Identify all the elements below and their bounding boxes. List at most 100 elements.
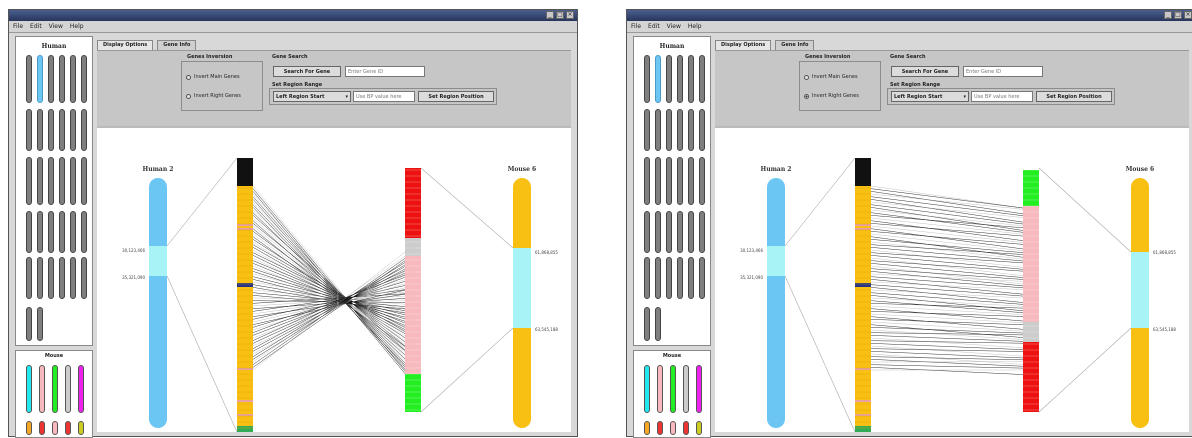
human-chromosome-thumb[interactable]: [37, 157, 43, 205]
human-chromosome-thumb[interactable]: [666, 157, 672, 205]
human-chromosome-thumb[interactable]: [688, 157, 694, 205]
human-chromosome-thumb[interactable]: [37, 257, 43, 299]
close-button[interactable]: ×: [1184, 11, 1192, 19]
menu-help[interactable]: Help: [70, 23, 84, 30]
mouse-chromosome-thumb[interactable]: [78, 365, 84, 413]
menu-view[interactable]: View: [667, 23, 681, 30]
human-chromosome-thumb[interactable]: [655, 55, 661, 103]
menu-view[interactable]: View: [49, 23, 63, 30]
mouse-chromosome-thumb[interactable]: [65, 421, 71, 435]
human-chromosome-thumb[interactable]: [81, 257, 87, 299]
human-chromosome-thumb[interactable]: [677, 157, 683, 205]
human-chromosome-thumb[interactable]: [37, 211, 43, 253]
human-chromosome-thumb[interactable]: [48, 55, 54, 103]
invert-right-genes-option[interactable]: Invert Right Genes: [186, 93, 241, 99]
human-chromosome-thumb[interactable]: [70, 257, 76, 299]
human-chromosome-thumb[interactable]: [655, 211, 661, 253]
human-chromosome-thumb[interactable]: [644, 211, 650, 253]
set-region-position-button[interactable]: Set Region Position: [1036, 91, 1112, 102]
human-chromosome-thumb[interactable]: [70, 55, 76, 103]
maximize-button[interactable]: □: [556, 11, 564, 19]
menu-file[interactable]: File: [631, 23, 641, 30]
minimize-button[interactable]: _: [1164, 11, 1172, 19]
human-chromosome-thumb[interactable]: [644, 55, 650, 103]
human-chromosome-thumb[interactable]: [81, 211, 87, 253]
title-bar[interactable]: _ □ ×: [627, 10, 1192, 21]
mouse-chromosome-thumb[interactable]: [696, 365, 702, 413]
mouse-chromosome-thumb[interactable]: [657, 421, 663, 435]
mouse-chromosome-thumb[interactable]: [644, 365, 650, 413]
mouse-chromosome-thumb[interactable]: [683, 421, 689, 435]
invert-main-genes-option[interactable]: Invert Main Genes: [186, 74, 240, 80]
human-chromosome-thumb[interactable]: [26, 55, 32, 103]
human-chromosome-thumb[interactable]: [666, 211, 672, 253]
human-chromosome-thumb[interactable]: [26, 211, 32, 253]
human-chromosome-thumb[interactable]: [37, 307, 43, 341]
region-select-dropdown[interactable]: Left Region Start ▾: [891, 91, 969, 102]
gene-id-input[interactable]: Enter Gene ID: [345, 66, 425, 77]
human-chromosome-thumb[interactable]: [26, 157, 32, 205]
human-chromosome-thumb[interactable]: [37, 55, 43, 103]
human-chromosome-thumb[interactable]: [644, 109, 650, 151]
gene-id-input[interactable]: Enter Gene ID: [963, 66, 1043, 77]
mouse-chromosome-thumb[interactable]: [683, 365, 689, 413]
set-region-position-button[interactable]: Set Region Position: [418, 91, 494, 102]
human-chromosome-thumb[interactable]: [26, 307, 32, 341]
invert-main-genes-option[interactable]: Invert Main Genes: [804, 74, 858, 80]
search-for-gene-button[interactable]: Search For Gene: [891, 66, 959, 77]
human-chromosome-thumb[interactable]: [655, 157, 661, 205]
human-chromosome-thumb[interactable]: [26, 109, 32, 151]
human-chromosome-thumb[interactable]: [70, 157, 76, 205]
human-chromosome-thumb[interactable]: [655, 307, 661, 341]
human-chromosome-thumb[interactable]: [644, 157, 650, 205]
human-chromosome-thumb[interactable]: [81, 55, 87, 103]
mouse-chromosome-thumb[interactable]: [657, 365, 663, 413]
invert-right-genes-option[interactable]: Invert Right Genes: [804, 93, 859, 99]
human-chromosome-thumb[interactable]: [59, 257, 65, 299]
human-chromosome-thumb[interactable]: [59, 157, 65, 205]
human-chromosome-thumb[interactable]: [48, 211, 54, 253]
human-chromosome-thumb[interactable]: [688, 55, 694, 103]
human-chromosome-thumb[interactable]: [666, 55, 672, 103]
human-chromosome-thumb[interactable]: [655, 257, 661, 299]
mouse-chromosome-thumb[interactable]: [670, 421, 676, 435]
human-chromosome-thumb[interactable]: [59, 211, 65, 253]
human-chromosome-thumb[interactable]: [666, 109, 672, 151]
title-bar[interactable]: _ □ ×: [9, 10, 577, 21]
human-chromosome-thumb[interactable]: [677, 55, 683, 103]
bp-value-input[interactable]: Use BP value here: [971, 91, 1033, 102]
human-chromosome-thumb[interactable]: [37, 109, 43, 151]
menu-edit[interactable]: Edit: [30, 23, 42, 30]
menu-edit[interactable]: Edit: [648, 23, 660, 30]
human-chromosome-thumb[interactable]: [655, 109, 661, 151]
search-for-gene-button[interactable]: Search For Gene: [273, 66, 341, 77]
human-chromosome-thumb[interactable]: [644, 257, 650, 299]
human-chromosome-thumb[interactable]: [677, 257, 683, 299]
mouse-chromosome-thumb[interactable]: [65, 365, 71, 413]
region-select-dropdown[interactable]: Left Region Start ▾: [273, 91, 351, 102]
human-chromosome-thumb[interactable]: [81, 157, 87, 205]
human-chromosome-thumb[interactable]: [26, 257, 32, 299]
human-chromosome-thumb[interactable]: [688, 211, 694, 253]
human-chromosome-thumb[interactable]: [48, 257, 54, 299]
minimize-button[interactable]: _: [546, 11, 554, 19]
mouse-chromosome-thumb[interactable]: [52, 421, 58, 435]
mouse-chromosome-thumb[interactable]: [26, 365, 32, 413]
mouse-chromosome-thumb[interactable]: [39, 421, 45, 435]
bp-value-input[interactable]: Use BP value here: [353, 91, 415, 102]
close-button[interactable]: ×: [566, 11, 574, 19]
human-chromosome-thumb[interactable]: [59, 109, 65, 151]
human-chromosome-thumb[interactable]: [81, 109, 87, 151]
mouse-chromosome-thumb[interactable]: [696, 421, 702, 435]
human-chromosome-thumb[interactable]: [688, 109, 694, 151]
menu-file[interactable]: File: [13, 23, 23, 30]
human-chromosome-thumb[interactable]: [699, 257, 705, 299]
human-chromosome-thumb[interactable]: [677, 211, 683, 253]
mouse-chromosome-thumb[interactable]: [26, 421, 32, 435]
mouse-chromosome-thumb[interactable]: [39, 365, 45, 413]
human-chromosome-thumb[interactable]: [644, 307, 650, 341]
human-chromosome-thumb[interactable]: [699, 55, 705, 103]
human-chromosome-thumb[interactable]: [699, 157, 705, 205]
mouse-chromosome-thumb[interactable]: [52, 365, 58, 413]
human-chromosome-thumb[interactable]: [48, 157, 54, 205]
